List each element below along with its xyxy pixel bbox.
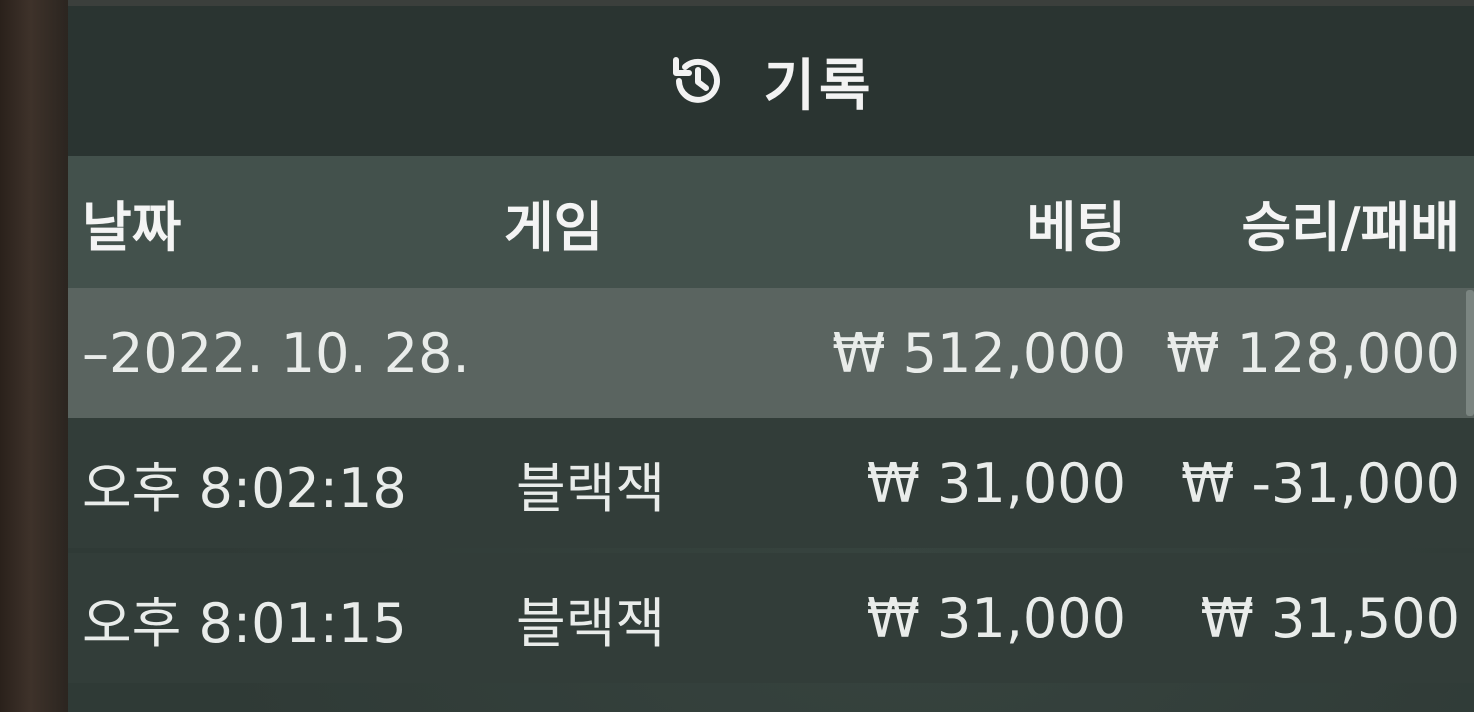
table-row[interactable]: 오후 8:02:18 블랙잭 ₩ 31,000 ₩ -31,000 bbox=[68, 418, 1474, 548]
table-header-row: 날짜 게임 베팅 승리/패배 bbox=[68, 156, 1474, 288]
entry-bet: ₩ 31,000 bbox=[866, 586, 1126, 650]
history-icon bbox=[667, 50, 729, 112]
entry-time: 오후 8:02:18 bbox=[82, 456, 407, 520]
column-header-date: 날짜 bbox=[82, 195, 182, 259]
column-header-game: 게임 bbox=[504, 195, 604, 259]
scrollbar[interactable] bbox=[1466, 290, 1474, 416]
entry-bet: ₩ 31,000 bbox=[866, 451, 1126, 515]
date-group-row[interactable]: –2022. 10. 28. ₩ 512,000 ₩ 128,000 bbox=[68, 288, 1474, 418]
group-result-total: ₩ 128,000 bbox=[1166, 321, 1460, 385]
table-row[interactable]: 오후 8:01:15 블랙잭 ₩ 31,000 ₩ 31,500 bbox=[68, 553, 1474, 683]
column-header-bet: 베팅 bbox=[1026, 195, 1126, 259]
entry-game: 블랙잭 bbox=[516, 456, 666, 520]
left-background-edge bbox=[0, 0, 68, 712]
history-panel: 기록 날짜 게임 베팅 승리/패배 –2022. 10. 28. ₩ 512,0… bbox=[68, 0, 1474, 712]
group-date: –2022. 10. 28. bbox=[82, 321, 470, 385]
column-header-result: 승리/패배 bbox=[1241, 195, 1460, 259]
entry-result: ₩ -31,000 bbox=[1181, 451, 1460, 515]
entry-result: ₩ 31,500 bbox=[1200, 586, 1460, 650]
history-title-bar: 기록 bbox=[68, 6, 1474, 156]
entry-time: 오후 8:01:15 bbox=[82, 591, 407, 655]
group-bet-total: ₩ 512,000 bbox=[832, 321, 1126, 385]
entry-game: 블랙잭 bbox=[516, 591, 666, 655]
history-title: 기록 bbox=[763, 53, 875, 119]
